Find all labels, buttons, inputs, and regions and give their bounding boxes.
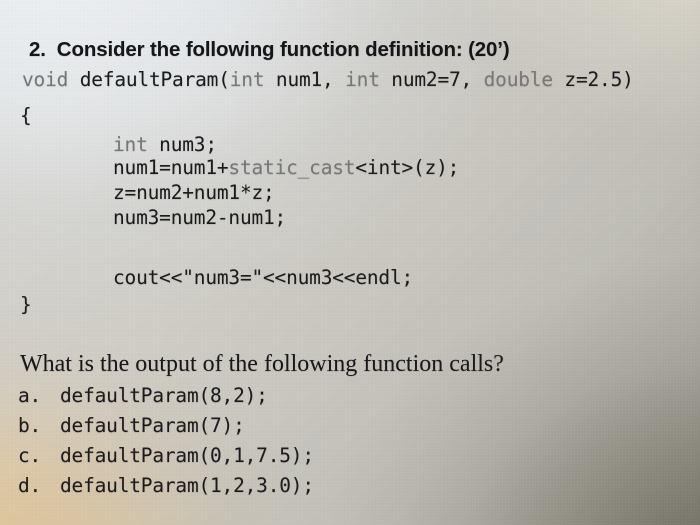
keyword-int: int	[113, 133, 148, 156]
assignment-num1: num1=num1+	[113, 156, 229, 179]
code-line-2: num1=num1+static_cast<int>(z);	[113, 156, 459, 179]
choice-call-a: defaultParam(8,2);	[60, 384, 268, 407]
cast-target: <int>(z);	[355, 156, 460, 179]
list-item: d. defaultParam(1,2,3.0);	[18, 471, 314, 501]
param3-name: z=2.5)	[552, 68, 634, 91]
choice-call-c: defaultParam(0,1,7.5);	[60, 444, 314, 467]
scanned-exam-page: 2. Consider the following function defini…	[0, 0, 700, 525]
code-line-1: int num3;	[113, 133, 217, 156]
choice-call-d: defaultParam(1,2,3.0);	[60, 474, 314, 497]
code-open-brace: {	[20, 104, 32, 127]
function-name: defaultParam(	[68, 68, 230, 91]
declaration-num3: num3;	[147, 133, 217, 156]
list-item: b. defaultParam(7);	[18, 411, 314, 441]
choice-marker-d: d.	[18, 474, 42, 497]
param3-type: double	[483, 68, 553, 91]
keyword-void: void	[22, 68, 69, 91]
choice-marker-c: c.	[18, 444, 42, 467]
question-heading: 2. Consider the following function defini…	[29, 38, 510, 62]
answer-choices-list: a. defaultParam(8,2); b. defaultParam(7); …	[18, 381, 314, 501]
code-line-signature: void defaultParam(int num1, int num2=7, …	[22, 68, 634, 91]
page-content: 2. Consider the following function defini…	[0, 0, 700, 525]
choice-marker-a: a.	[18, 384, 42, 407]
code-close-brace: }	[20, 293, 32, 316]
param1-name: num1,	[264, 68, 346, 91]
question-heading-text: Consider the following function definiti…	[56, 38, 510, 61]
code-line-3: z=num2+num1*z;	[113, 181, 275, 204]
param2-type: int	[345, 68, 380, 91]
param2-name: num2=7,	[379, 68, 484, 91]
choice-call-b: defaultParam(7);	[60, 414, 245, 437]
code-line-5-cout: cout<<"num3="<<num3<<endl;	[113, 266, 414, 289]
question-number: 2.	[29, 38, 46, 61]
question-prompt: What is the output of the following func…	[20, 351, 504, 377]
param1-type: int	[229, 68, 265, 91]
choice-marker-b: b.	[18, 414, 42, 437]
list-item: a. defaultParam(8,2);	[18, 381, 314, 411]
list-item: c. defaultParam(0,1,7.5);	[18, 441, 314, 471]
keyword-static-cast: static_cast	[228, 156, 356, 179]
code-line-4: num3=num2-num1;	[113, 206, 287, 229]
